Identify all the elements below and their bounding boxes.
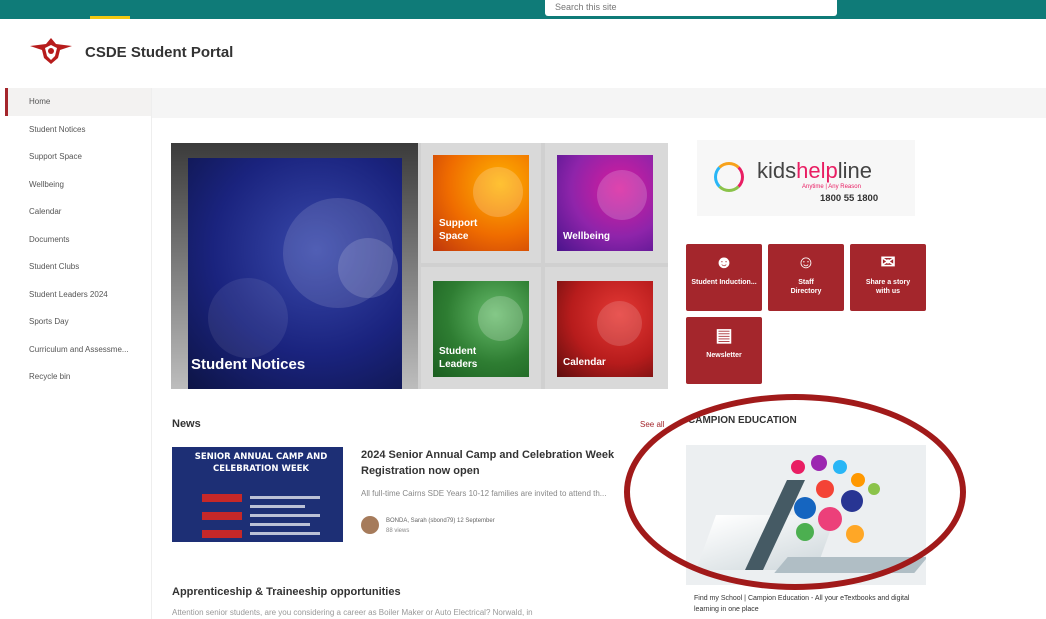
newsletter-label: Newsletter	[706, 352, 742, 359]
bubble	[473, 167, 523, 217]
nav-item-calendar[interactable]: Calendar	[5, 198, 151, 226]
nav-item-sports-day[interactable]: Sports Day	[5, 308, 151, 336]
search-box[interactable]: Search this site	[545, 0, 837, 16]
author-avatar	[361, 516, 379, 534]
tile-support-space[interactable]: Support Space	[421, 143, 541, 263]
poster-block	[202, 530, 242, 538]
tile-student-leaders-label: Student Leaders	[439, 346, 478, 370]
poster-block	[202, 512, 242, 520]
news-author: BONDA, Sarah (sbond79) 12 September	[386, 518, 495, 524]
nav-item-recycle-bin[interactable]: Recycle bin	[5, 363, 151, 391]
left-navigation: Home Student Notices Support Space Wellb…	[5, 88, 152, 619]
news-see-all-link[interactable]: See all	[640, 420, 664, 429]
person-add-icon: ☻	[714, 252, 734, 272]
poster-text-line	[250, 523, 310, 526]
tile-student-notices-label: Student Notices	[191, 356, 306, 373]
student-induction-label: Student Induction...	[691, 279, 757, 286]
tile-wellbeing[interactable]: Wellbeing	[545, 143, 668, 263]
news-headline-link[interactable]: 2024 Senior Annual Camp and Celebration …	[361, 447, 651, 479]
red-annotation-ring	[624, 394, 966, 590]
newsletter-button[interactable]: ▤ Newsletter	[686, 317, 762, 384]
staff-directory-label: Staff Directory	[790, 279, 822, 295]
command-bar	[152, 88, 1046, 118]
nav-item-curriculum[interactable]: Curriculum and Assessme...	[5, 336, 151, 364]
kidshelpline-phone: 1800 55 1800	[820, 193, 879, 204]
share-story-button[interactable]: ✉ Share a story with us	[850, 244, 926, 311]
news-views: 88 views	[386, 528, 410, 534]
kidshelpline-wordmark: kidshelpline	[757, 158, 872, 183]
tile-support-space-label: Support Space	[439, 218, 478, 242]
tile-calendar-label: Calendar	[563, 357, 606, 368]
bubble	[597, 170, 647, 220]
kidshelpline-tagline: Anytime | Any Reason	[802, 184, 861, 190]
student-induction-button[interactable]: ☻ Student Induction...	[686, 244, 762, 311]
tile-calendar[interactable]: Calendar	[545, 267, 668, 389]
tile-student-notices-image	[188, 158, 402, 389]
newsletter-icon: ▤	[715, 325, 733, 345]
news-thumbnail[interactable]: SENIOR ANNUAL CAMP AND CELEBRATION WEEK	[172, 447, 343, 542]
news-heading: News	[172, 418, 201, 430]
share-story-label: Share a story with us	[865, 279, 911, 295]
kidshelpline-banner[interactable]: kidshelpline Anytime | Any Reason 1800 5…	[697, 140, 915, 216]
apprenticeship-headline-link[interactable]: Apprenticeship & Traineeship opportuniti…	[172, 586, 401, 598]
tile-wellbeing-label: Wellbeing	[563, 231, 611, 242]
site-title[interactable]: CSDE Student Portal	[85, 44, 233, 61]
staff-directory-button[interactable]: ☺ Staff Directory	[768, 244, 844, 311]
apprenticeship-description: Attention senior students, are you consi…	[172, 608, 533, 617]
poster-block	[202, 494, 242, 502]
news-poster-line2: CELEBRATION WEEK	[212, 464, 310, 474]
bubble	[338, 238, 398, 298]
people-icon: ☺	[796, 252, 816, 272]
bubble	[478, 296, 523, 341]
kidshelpline-smiley-icon	[714, 162, 744, 192]
nav-item-student-clubs[interactable]: Student Clubs	[5, 253, 151, 281]
mail-icon: ✉	[880, 252, 896, 272]
tile-student-leaders[interactable]: Student Leaders	[421, 267, 541, 389]
bubble	[597, 301, 642, 346]
campion-caption: Find my School | Campion Education - All…	[694, 595, 910, 613]
school-logo[interactable]	[30, 36, 72, 66]
poster-text-line	[250, 514, 320, 517]
nav-item-support-space[interactable]: Support Space	[5, 143, 151, 171]
tile-student-notices[interactable]: Student Notices	[171, 143, 418, 389]
nav-item-student-leaders[interactable]: Student Leaders 2024	[5, 281, 151, 309]
nav-item-student-notices[interactable]: Student Notices	[5, 116, 151, 144]
nav-item-wellbeing[interactable]: Wellbeing	[5, 171, 151, 199]
nav-item-home[interactable]: Home	[5, 88, 151, 116]
news-poster-line1: SENIOR ANNUAL CAMP AND	[194, 452, 328, 462]
suite-bar: Search this site	[0, 0, 1046, 19]
bubble	[208, 278, 288, 358]
poster-text-line	[250, 532, 320, 535]
poster-text-line	[250, 505, 305, 508]
poster-text-line	[250, 496, 320, 499]
nav-item-documents[interactable]: Documents	[5, 226, 151, 254]
